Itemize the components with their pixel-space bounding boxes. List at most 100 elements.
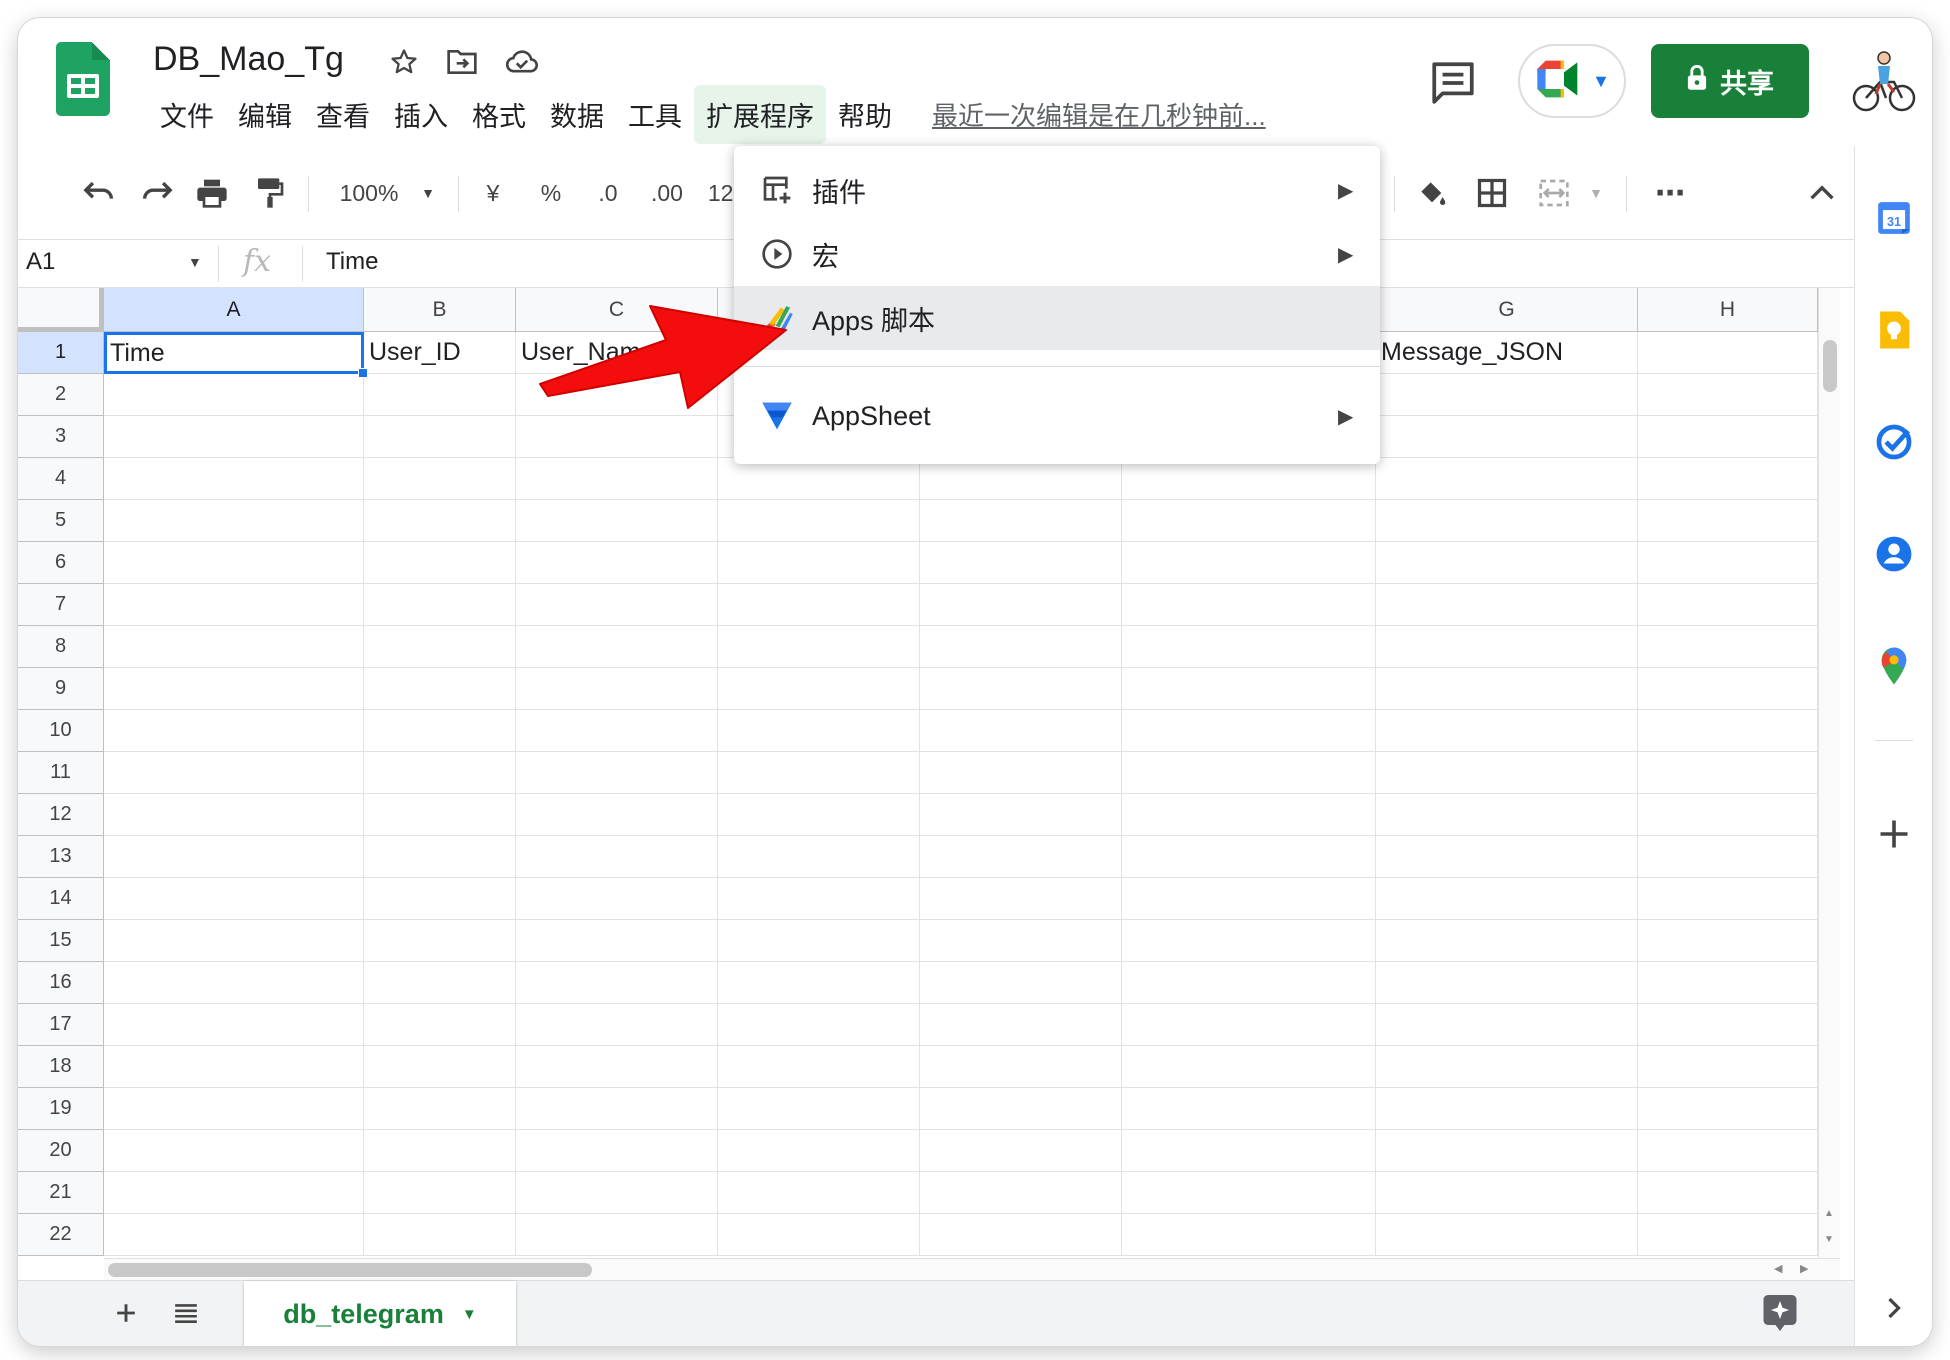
print-icon[interactable] — [190, 172, 234, 214]
cell-g18[interactable] — [1376, 1046, 1638, 1088]
cell-c6[interactable] — [516, 542, 718, 584]
cell-e18[interactable] — [920, 1046, 1122, 1088]
scroll-thumb[interactable] — [1823, 340, 1837, 392]
cell-f12[interactable] — [1122, 794, 1376, 836]
cell-d11[interactable] — [718, 752, 920, 794]
cell-h12[interactable] — [1638, 794, 1818, 836]
menu-item-apps-script[interactable]: Apps 脚本 — [734, 286, 1380, 350]
all-sheets-icon[interactable] — [166, 1293, 206, 1333]
cell-e9[interactable] — [920, 668, 1122, 710]
row-header-14[interactable]: 14 — [18, 878, 104, 920]
scroll-left-icon[interactable]: ◀ — [1774, 1262, 1782, 1275]
cell-b18[interactable] — [364, 1046, 516, 1088]
cell-g5[interactable] — [1376, 500, 1638, 542]
star-icon[interactable] — [386, 44, 422, 80]
cell-f21[interactable] — [1122, 1172, 1376, 1214]
cell-a19[interactable] — [104, 1088, 364, 1130]
cell-g20[interactable] — [1376, 1130, 1638, 1172]
undo-icon[interactable] — [78, 172, 122, 214]
cell-h20[interactable] — [1638, 1130, 1818, 1172]
cell-h17[interactable] — [1638, 1004, 1818, 1046]
cell-g6[interactable] — [1376, 542, 1638, 584]
cell-a16[interactable] — [104, 962, 364, 1004]
vertical-scrollbar[interactable]: ▲ ▼ — [1818, 288, 1840, 1258]
cell-g12[interactable] — [1376, 794, 1638, 836]
menu-data[interactable]: 数据 — [538, 85, 616, 144]
cell-b9[interactable] — [364, 668, 516, 710]
scroll-up-icon[interactable]: ▲ — [1824, 1208, 1834, 1219]
menu-format[interactable]: 格式 — [460, 85, 538, 144]
column-header-g[interactable]: G — [1376, 288, 1638, 332]
contacts-icon[interactable] — [1874, 534, 1914, 574]
fill-color-icon[interactable] — [1410, 172, 1454, 214]
cell-g2[interactable] — [1376, 374, 1638, 416]
cell-c7[interactable] — [516, 584, 718, 626]
cell-e21[interactable] — [920, 1172, 1122, 1214]
cell-d16[interactable] — [718, 962, 920, 1004]
cell-b7[interactable] — [364, 584, 516, 626]
percent-button[interactable]: % — [536, 172, 566, 214]
cell-a6[interactable] — [104, 542, 364, 584]
cell-c10[interactable] — [516, 710, 718, 752]
avatar[interactable] — [1850, 48, 1918, 116]
cell-e16[interactable] — [920, 962, 1122, 1004]
cell-g21[interactable] — [1376, 1172, 1638, 1214]
cell-b15[interactable] — [364, 920, 516, 962]
cell-g4[interactable] — [1376, 458, 1638, 500]
menu-view[interactable]: 查看 — [304, 85, 382, 144]
cell-h14[interactable] — [1638, 878, 1818, 920]
cell-e5[interactable] — [920, 500, 1122, 542]
paint-format-icon[interactable] — [248, 172, 292, 214]
cell-a5[interactable] — [104, 500, 364, 542]
cell-a11[interactable] — [104, 752, 364, 794]
cell-c11[interactable] — [516, 752, 718, 794]
cell-c13[interactable] — [516, 836, 718, 878]
share-button[interactable]: 共享 — [1651, 44, 1809, 118]
cell-g14[interactable] — [1376, 878, 1638, 920]
cell-d4[interactable] — [718, 458, 920, 500]
cell-d12[interactable] — [718, 794, 920, 836]
cell-c17[interactable] — [516, 1004, 718, 1046]
cell-h7[interactable] — [1638, 584, 1818, 626]
cell-e13[interactable] — [920, 836, 1122, 878]
cell-b2[interactable] — [364, 374, 516, 416]
cell-h16[interactable] — [1638, 962, 1818, 1004]
cell-f16[interactable] — [1122, 962, 1376, 1004]
cell-c21[interactable] — [516, 1172, 718, 1214]
row-header-17[interactable]: 17 — [18, 1004, 104, 1046]
cell-g3[interactable] — [1376, 416, 1638, 458]
cell-g7[interactable] — [1376, 584, 1638, 626]
cell-c8[interactable] — [516, 626, 718, 668]
fill-handle[interactable] — [358, 368, 368, 378]
cell-f4[interactable] — [1122, 458, 1376, 500]
cell-a7[interactable] — [104, 584, 364, 626]
cell-g13[interactable] — [1376, 836, 1638, 878]
cell-f7[interactable] — [1122, 584, 1376, 626]
cell-a10[interactable] — [104, 710, 364, 752]
cell-f10[interactable] — [1122, 710, 1376, 752]
scroll-right-icon[interactable]: ▶ — [1800, 1262, 1808, 1275]
menu-insert[interactable]: 插入 — [382, 85, 460, 144]
cell-b20[interactable] — [364, 1130, 516, 1172]
keep-icon[interactable] — [1874, 310, 1914, 350]
row-header-5[interactable]: 5 — [18, 500, 104, 542]
last-edit-link[interactable]: 最近一次编辑是在几秒钟前... — [932, 96, 1266, 133]
redo-icon[interactable] — [134, 172, 178, 214]
scroll-thumb[interactable] — [108, 1263, 592, 1277]
row-header-6[interactable]: 6 — [18, 542, 104, 584]
cell-h3[interactable] — [1638, 416, 1818, 458]
menu-tools[interactable]: 工具 — [616, 85, 694, 144]
cell-b10[interactable] — [364, 710, 516, 752]
row-header-8[interactable]: 8 — [18, 626, 104, 668]
cell-h10[interactable] — [1638, 710, 1818, 752]
cell-h5[interactable] — [1638, 500, 1818, 542]
menu-item-appsheet[interactable]: AppSheet ▶ — [734, 384, 1380, 448]
cell-d9[interactable] — [718, 668, 920, 710]
cell-h18[interactable] — [1638, 1046, 1818, 1088]
row-header-12[interactable]: 12 — [18, 794, 104, 836]
add-icon[interactable] — [1874, 814, 1914, 854]
scroll-down-icon[interactable]: ▼ — [1824, 1234, 1834, 1245]
cell-a17[interactable] — [104, 1004, 364, 1046]
menu-extensions[interactable]: 扩展程序 — [694, 84, 826, 144]
cell-b19[interactable] — [364, 1088, 516, 1130]
